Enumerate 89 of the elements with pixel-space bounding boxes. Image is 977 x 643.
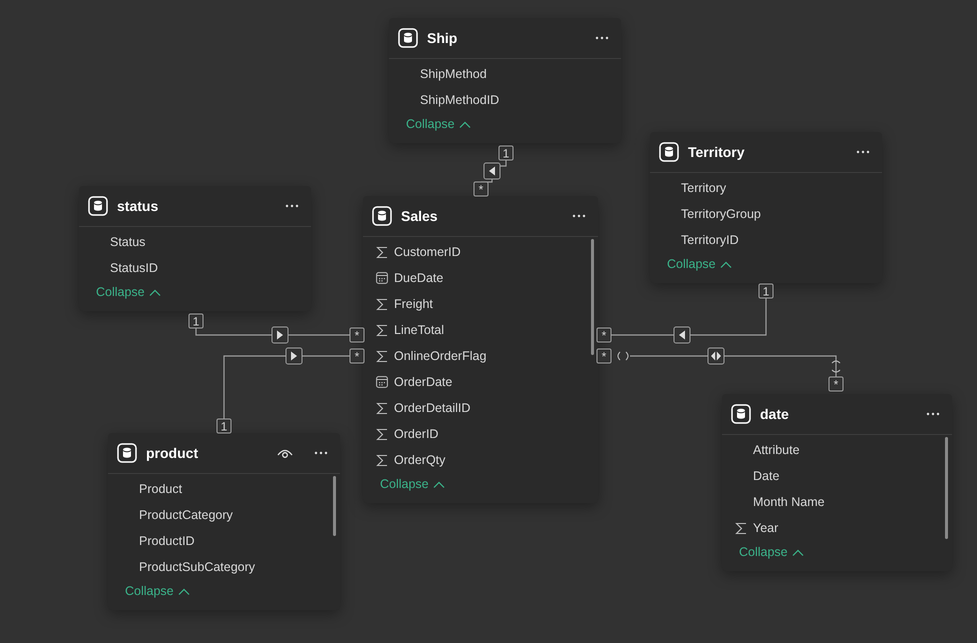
more-icon[interactable] — [285, 204, 299, 208]
field-name[interactable]: Date — [753, 469, 780, 483]
sigma-icon — [376, 454, 388, 466]
chevron-up-icon — [148, 288, 161, 296]
field-name[interactable]: CustomerID — [394, 245, 461, 259]
calendar-icon — [376, 376, 388, 388]
table-card[interactable]: date Attribute Date Month Name Year Collapse — [722, 394, 952, 571]
field-name[interactable]: OrderDetailID — [394, 401, 470, 415]
cardinality-marker: 1 — [758, 284, 774, 298]
field-name[interactable]: OrderDate — [394, 375, 452, 389]
field-name[interactable]: Product — [139, 482, 182, 496]
chevron-up-icon — [792, 548, 804, 556]
collapse-link[interactable]: Collapse — [96, 285, 161, 299]
sigma-icon — [376, 428, 388, 440]
field-name[interactable]: Freight — [394, 297, 433, 311]
cardinality-marker: 1 — [498, 146, 514, 160]
relationship-line[interactable] — [223, 355, 350, 419]
sigma-icon — [376, 246, 388, 258]
table-title: product — [146, 445, 200, 461]
cross-filter-icon — [618, 352, 840, 372]
table-title: Ship — [427, 30, 458, 46]
cardinality-marker: 1 — [216, 418, 232, 434]
field-name[interactable]: Territory — [681, 181, 726, 195]
table-card[interactable]: status Status StatusID Collapse — [79, 186, 311, 311]
cardinality-marker: * — [828, 376, 844, 392]
collapse-link[interactable]: Collapse — [380, 477, 445, 491]
field-name[interactable]: Status — [110, 235, 146, 249]
more-icon[interactable] — [572, 214, 586, 218]
chevron-up-icon — [432, 480, 445, 488]
sigma-icon — [376, 324, 388, 336]
table-title: Territory — [688, 144, 746, 160]
scrollbar[interactable] — [333, 476, 336, 536]
scrollbar[interactable] — [591, 239, 594, 355]
more-icon[interactable] — [595, 36, 609, 40]
table-title: date — [760, 406, 790, 422]
table-icon — [88, 196, 108, 216]
sigma-icon — [376, 402, 388, 414]
chevron-up-icon — [720, 260, 732, 268]
sigma-icon — [376, 350, 388, 362]
field-name[interactable]: OrderID — [394, 427, 438, 441]
scrollbar[interactable] — [945, 437, 948, 539]
cardinality-marker: 1 — [188, 314, 204, 328]
calendar-icon — [376, 272, 388, 284]
collapse-link[interactable]: Collapse — [739, 545, 804, 559]
table-card[interactable]: Sales CustomerID DueDate Freight LineTotal OnlineOrderFlag OrderDate OrderDetailID OrderID OrderQty Collapse — [363, 196, 598, 503]
field-name[interactable]: LineTotal — [394, 323, 444, 337]
table-icon — [398, 28, 418, 48]
field-name[interactable]: ShipMethodID — [420, 93, 500, 107]
table-title: Sales — [401, 208, 439, 224]
field-name[interactable]: Attribute — [753, 443, 800, 457]
chevron-up-icon — [178, 588, 190, 594]
field-name[interactable]: ShipMethod — [420, 67, 487, 81]
cardinality-marker: * — [596, 348, 612, 364]
relationship-line[interactable] — [630, 355, 837, 377]
collapse-link[interactable]: Collapse — [406, 117, 471, 131]
table-card[interactable]: Territory Territory TerritoryGroup TerritoryID Collapse — [650, 132, 882, 283]
sigma-icon — [735, 522, 747, 534]
field-name[interactable]: TerritoryID — [681, 233, 739, 247]
cardinality-marker: * — [350, 348, 364, 364]
eye-icon[interactable] — [277, 447, 293, 459]
relationship-line[interactable] — [195, 328, 350, 336]
field-name[interactable]: Month Name — [753, 495, 825, 509]
field-name[interactable]: ProductSubCategory — [139, 560, 256, 574]
cardinality-marker: * — [350, 328, 364, 342]
more-icon[interactable] — [926, 412, 940, 416]
collapse-link[interactable]: Collapse — [667, 257, 732, 271]
table-title: status — [117, 198, 160, 214]
cardinality-marker: * — [474, 182, 488, 196]
field-name[interactable]: OrderQty — [394, 453, 446, 467]
table-card[interactable]: product Product ProductCategory ProductID ProductSubCategory Collapse — [108, 433, 340, 610]
field-name[interactable]: DueDate — [394, 271, 444, 285]
table-icon — [117, 443, 137, 463]
chevron-up-icon — [458, 120, 471, 128]
field-name[interactable]: TerritoryGroup — [681, 207, 761, 221]
more-icon[interactable] — [856, 150, 870, 154]
table-icon — [372, 206, 392, 226]
table-card[interactable]: Ship ShipMethod ShipMethodID Collapse — [389, 18, 621, 143]
table-icon — [731, 404, 751, 424]
field-name[interactable]: ProductID — [139, 534, 195, 548]
collapse-link[interactable]: Collapse — [125, 584, 190, 598]
field-name[interactable]: StatusID — [110, 261, 158, 275]
cardinality-marker: * — [596, 328, 612, 342]
field-name[interactable]: Year — [753, 521, 778, 535]
relationship-line[interactable] — [611, 298, 767, 336]
sigma-icon — [376, 298, 388, 310]
field-name[interactable]: OnlineOrderFlag — [394, 349, 486, 363]
field-name[interactable]: ProductCategory — [139, 508, 233, 522]
table-icon — [659, 142, 679, 162]
more-icon[interactable] — [314, 451, 328, 455]
